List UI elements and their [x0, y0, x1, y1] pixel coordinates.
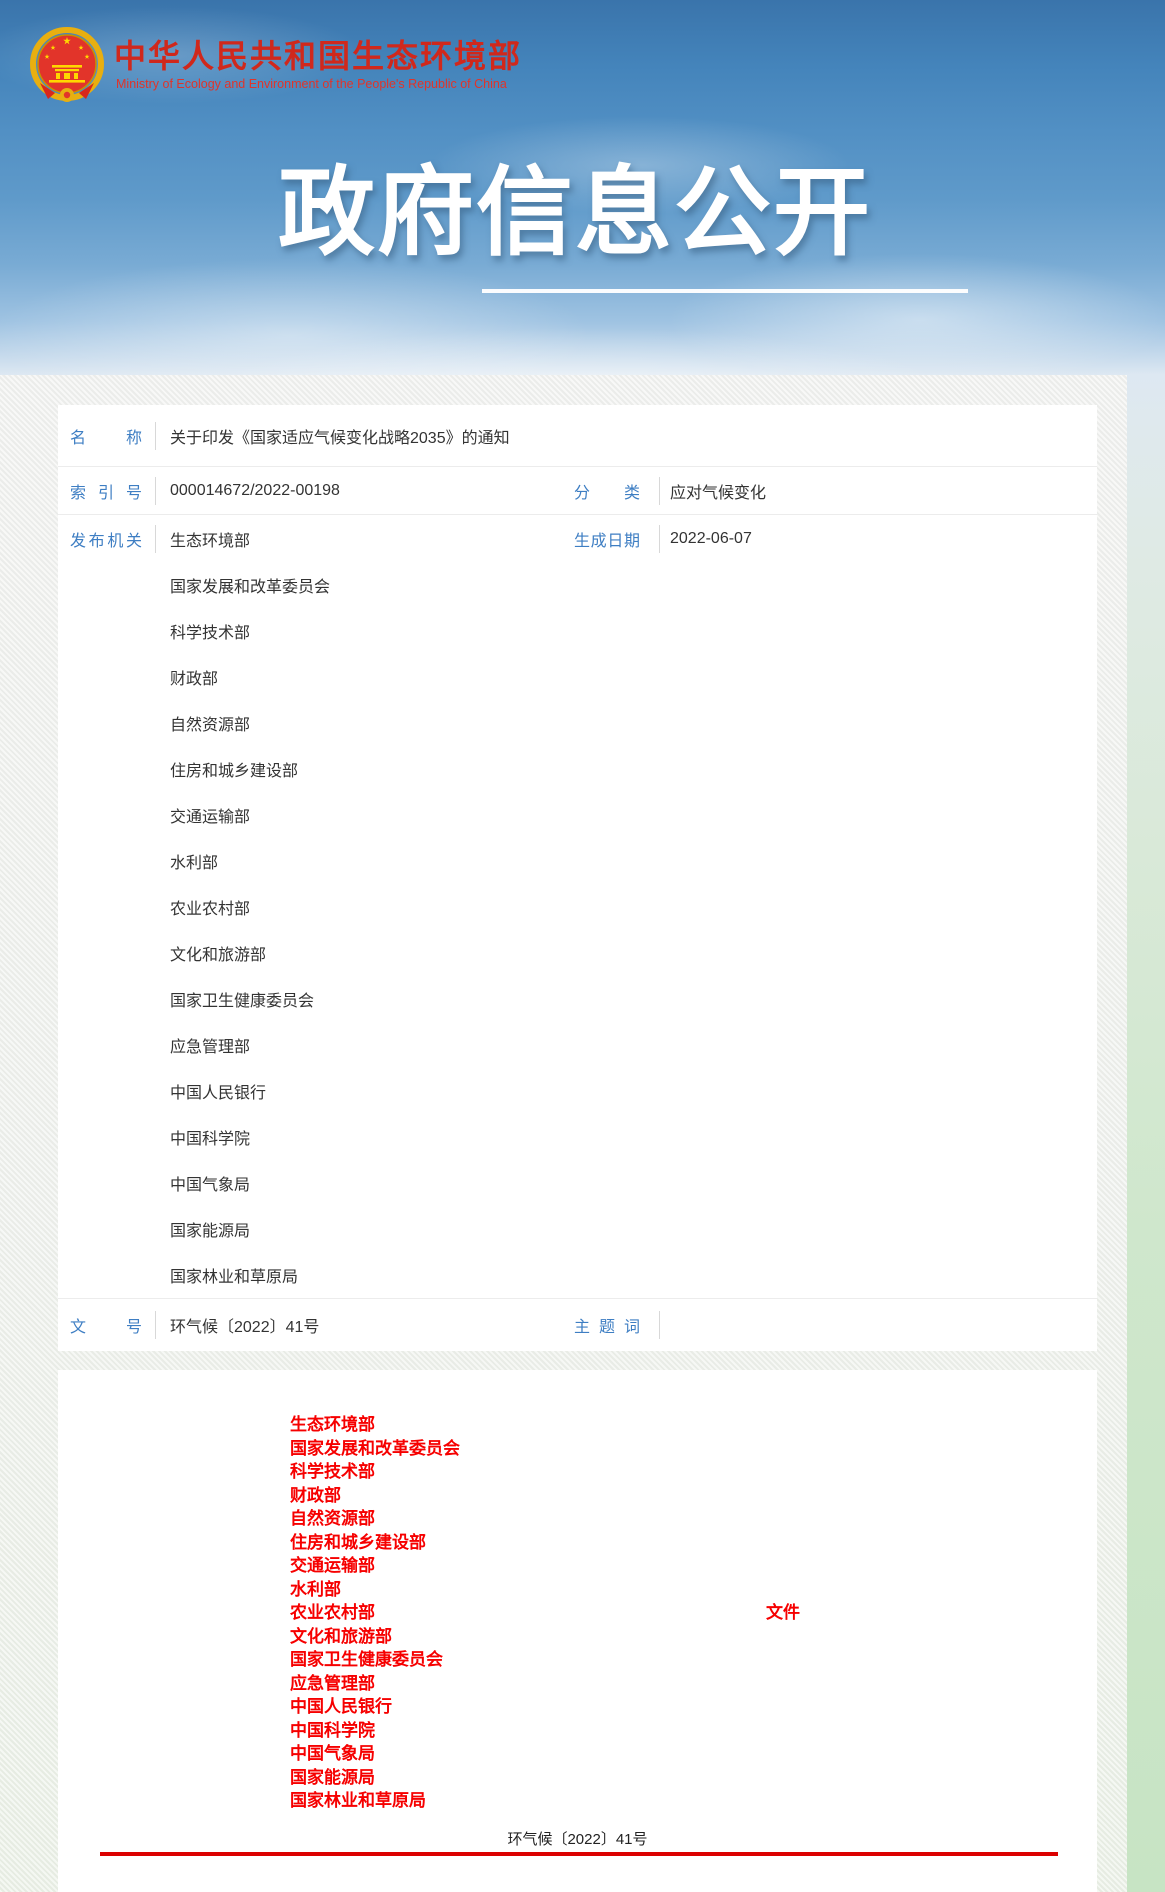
issuer-label: 发布机关 [70, 527, 142, 551]
issuer-agency-name: 中国人民银行 [170, 1079, 266, 1103]
ministry-name[interactable]: 中华人民共和国生态环境部 [114, 31, 522, 77]
name-value: 关于印发《国家适应气候变化战略2035》的通知 [170, 424, 510, 448]
letterhead-agency: 生态环境部 [290, 1413, 460, 1437]
letterhead-agency: 交通运输部 [290, 1554, 460, 1578]
issuer-agency-list: 国家发展和改革委员会 科学技术部 财政部 自然资源部 住房和城乡建设部 [58, 562, 1097, 1298]
issuer-agency-row: 国家卫生健康委员会 [58, 976, 1097, 1022]
letterhead-red-rule [100, 1852, 1058, 1856]
date-label: 生成日期 [574, 527, 640, 551]
issuer-agency-name: 应急管理部 [170, 1033, 250, 1057]
issuer-agency-row: 中国人民银行 [58, 1068, 1097, 1114]
date-value: 2022-06-07 [670, 530, 752, 548]
issuer-agency-row: 水利部 [58, 838, 1097, 884]
index-label: 索引号 [70, 479, 142, 503]
issuer-agency-name: 中国气象局 [170, 1171, 250, 1195]
title-underline-decoration [482, 289, 968, 293]
issuer-agency-name: 水利部 [170, 849, 218, 873]
issuer-agency-name: 国家卫生健康委员会 [170, 987, 314, 1011]
letterhead-agency: 国家卫生健康委员会 [290, 1648, 460, 1672]
index-value: 000014672/2022-00198 [170, 482, 340, 500]
letterhead-doc-type: 文件 [766, 1601, 800, 1625]
letterhead-agency: 国家林业和草原局 [290, 1789, 460, 1813]
info-table-card: 名称 关于印发《国家适应气候变化战略2035》的通知 索引号 000014672… [58, 405, 1097, 1351]
issuer-agency-name: 国家发展和改革委员会 [170, 573, 330, 597]
vertical-divider [659, 525, 660, 553]
issuer-agency-row: 应急管理部 [58, 1022, 1097, 1068]
letterhead-agency: 应急管理部 [290, 1672, 460, 1696]
issuer-agency-row: 农业农村部 [58, 884, 1097, 930]
letterhead-agency: 中国科学院 [290, 1719, 460, 1743]
issuer-value: 生态环境部 [170, 527, 250, 551]
letterhead-agency: 住房和城乡建设部 [290, 1531, 460, 1555]
issuer-agency-row: 财政部 [58, 654, 1097, 700]
issuer-agency-name: 自然资源部 [170, 711, 250, 735]
issuer-agency-name: 住房和城乡建设部 [170, 757, 298, 781]
page-title: 政府信息公开 [278, 164, 872, 261]
issuer-agency-row: 住房和城乡建设部 [58, 746, 1097, 792]
table-row-doc-number: 文号 环气候〔2022〕41号 主题词 [58, 1298, 1097, 1351]
issuer-agency-row: 国家能源局 [58, 1206, 1097, 1252]
issuer-agency-name: 国家能源局 [170, 1217, 250, 1241]
letterhead-agency: 中国气象局 [290, 1742, 460, 1766]
issuer-agency-name: 财政部 [170, 665, 218, 689]
doc-number-value: 环气候〔2022〕41号 [170, 1313, 319, 1337]
vertical-divider [155, 1311, 156, 1339]
ministry-name-english: Ministry of Ecology and Environment of t… [116, 77, 507, 91]
letterhead-agency: 国家能源局 [290, 1766, 460, 1790]
category-label: 分类 [574, 479, 640, 503]
issuer-agency-row: 国家林业和草原局 [58, 1252, 1097, 1298]
issuer-agency-row: 自然资源部 [58, 700, 1097, 746]
letterhead-agency: 自然资源部 [290, 1507, 460, 1531]
letterhead-agency: 农业农村部 [290, 1601, 460, 1625]
table-row-index: 索引号 000014672/2022-00198 分类 应对气候变化 [58, 467, 1097, 515]
issuer-agency-name: 农业农村部 [170, 895, 250, 919]
category-value: 应对气候变化 [670, 479, 766, 503]
letterhead-agency: 水利部 [290, 1578, 460, 1602]
issuer-agency-row: 国家发展和改革委员会 [58, 562, 1097, 608]
doc-number-label: 文号 [70, 1313, 142, 1337]
subject-label: 主题词 [574, 1313, 640, 1337]
letterhead-doc-number: 环气候〔2022〕41号 [58, 1828, 1097, 1849]
issuer-agency-name: 科学技术部 [170, 619, 250, 643]
issuer-agency-row: 中国气象局 [58, 1160, 1097, 1206]
letterhead-agency: 财政部 [290, 1484, 460, 1508]
name-label: 名称 [70, 424, 142, 448]
issuer-agency-row: 文化和旅游部 [58, 930, 1097, 976]
letterhead-agency: 中国人民银行 [290, 1695, 460, 1719]
vertical-divider [155, 477, 156, 505]
issuer-agency-row: 科学技术部 [58, 608, 1097, 654]
site-header: 中华人民共和国生态环境部 Ministry of Ecology and Env… [0, 0, 1165, 105]
issuer-agency-name: 中国科学院 [170, 1125, 250, 1149]
vertical-divider [155, 525, 156, 553]
issuer-agency-name: 交通运输部 [170, 803, 250, 827]
letterhead-agency: 科学技术部 [290, 1460, 460, 1484]
issuer-agency-name: 文化和旅游部 [170, 941, 266, 965]
vertical-divider [155, 422, 156, 450]
page: 中华人民共和国生态环境部 Ministry of Ecology and Env… [0, 0, 1165, 1892]
issuer-agency-row: 中国科学院 [58, 1114, 1097, 1160]
letterhead-agency-list: 生态环境部 国家发展和改革委员会 科学技术部 财政部 自然资源部 住房和城乡建设… [290, 1413, 460, 1813]
issuer-agency-name: 国家林业和草原局 [170, 1263, 298, 1287]
table-row-name: 名称 关于印发《国家适应气候变化战略2035》的通知 [58, 405, 1097, 467]
vertical-divider [659, 477, 660, 505]
vertical-divider [659, 1311, 660, 1339]
table-row-issuer: 发布机关 生态环境部 生成日期 2022-06-07 [58, 515, 1097, 562]
letterhead-agency: 国家发展和改革委员会 [290, 1437, 460, 1461]
issuer-agency-row: 交通运输部 [58, 792, 1097, 838]
letterhead-card: 生态环境部 国家发展和改革委员会 科学技术部 财政部 自然资源部 住房和城乡建设… [58, 1370, 1097, 1892]
letterhead-agency: 文化和旅游部 [290, 1625, 460, 1649]
national-emblem-logo[interactable] [30, 27, 104, 105]
